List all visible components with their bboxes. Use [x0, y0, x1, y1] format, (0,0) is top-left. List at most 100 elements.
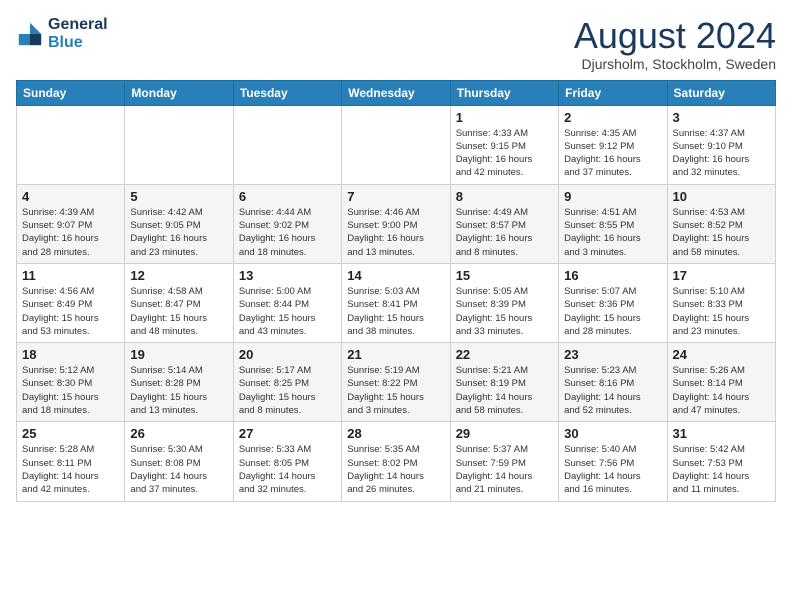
calendar-cell: 16 Sunrise: 5:07 AM Sunset: 8:36 PM Dayli…: [559, 263, 667, 342]
calendar-cell: [233, 105, 341, 184]
calendar-cell: 23 Sunrise: 5:23 AM Sunset: 8:16 PM Dayli…: [559, 343, 667, 422]
day-number: 26: [130, 426, 227, 441]
calendar-cell: 31 Sunrise: 5:42 AM Sunset: 7:53 PM Dayli…: [667, 422, 775, 501]
day-number: 7: [347, 189, 444, 204]
calendar-cell: 10Sunrise: 4:53 AM Sunset: 8:52 PM Dayli…: [667, 184, 775, 263]
calendar-cell: 1 Sunrise: 4:33 AM Sunset: 9:15 PM Daylig…: [450, 105, 558, 184]
calendar-cell: 12 Sunrise: 4:58 AM Sunset: 8:47 PM Dayli…: [125, 263, 233, 342]
calendar-cell: 20 Sunrise: 5:17 AM Sunset: 8:25 PM Dayli…: [233, 343, 341, 422]
day-content: Sunrise: 4:33 AM Sunset: 9:15 PM Dayligh…: [456, 127, 553, 180]
day-number: 27: [239, 426, 336, 441]
day-number: 16: [564, 268, 661, 283]
calendar-cell: 17Sunrise: 5:10 AM Sunset: 8:33 PM Dayli…: [667, 263, 775, 342]
calendar-cell: 4Sunrise: 4:39 AM Sunset: 9:07 PM Daylig…: [17, 184, 125, 263]
weekday-header-monday: Monday: [125, 80, 233, 105]
day-number: 19: [130, 347, 227, 362]
logo-text: General Blue: [48, 16, 108, 52]
location: Djursholm, Stockholm, Sweden: [574, 56, 776, 72]
day-content: Sunrise: 4:56 AM Sunset: 8:49 PM Dayligh…: [22, 285, 119, 338]
calendar-week-1: 1 Sunrise: 4:33 AM Sunset: 9:15 PM Daylig…: [17, 105, 776, 184]
day-content: Sunrise: 5:07 AM Sunset: 8:36 PM Dayligh…: [564, 285, 661, 338]
day-number: 29: [456, 426, 553, 441]
day-content: Sunrise: 5:05 AM Sunset: 8:39 PM Dayligh…: [456, 285, 553, 338]
day-content: Sunrise: 5:17 AM Sunset: 8:25 PM Dayligh…: [239, 364, 336, 417]
calendar-cell: 24 Sunrise: 5:26 AM Sunset: 8:14 PM Dayli…: [667, 343, 775, 422]
day-number: 12: [130, 268, 227, 283]
title-section: August 2024 Djursholm, Stockholm, Sweden: [574, 16, 776, 72]
day-number: 13: [239, 268, 336, 283]
calendar-cell: 7 Sunrise: 4:46 AM Sunset: 9:00 PM Daylig…: [342, 184, 450, 263]
calendar-cell: 26 Sunrise: 5:30 AM Sunset: 8:08 PM Dayli…: [125, 422, 233, 501]
calendar-cell: 30 Sunrise: 5:40 AM Sunset: 7:56 PM Dayli…: [559, 422, 667, 501]
day-content: Sunrise: 4:37 AM Sunset: 9:10 PM Dayligh…: [673, 127, 770, 180]
day-content: Sunrise: 5:40 AM Sunset: 7:56 PM Dayligh…: [564, 443, 661, 496]
day-number: 6: [239, 189, 336, 204]
day-number: 24: [673, 347, 770, 362]
day-content: Sunrise: 4:42 AM Sunset: 9:05 PM Dayligh…: [130, 206, 227, 259]
day-content: Sunrise: 4:46 AM Sunset: 9:00 PM Dayligh…: [347, 206, 444, 259]
day-content: Sunrise: 5:14 AM Sunset: 8:28 PM Dayligh…: [130, 364, 227, 417]
logo-icon: [16, 20, 44, 48]
calendar-table: SundayMondayTuesdayWednesdayThursdayFrid…: [16, 80, 776, 502]
day-content: Sunrise: 5:33 AM Sunset: 8:05 PM Dayligh…: [239, 443, 336, 496]
day-number: 4: [22, 189, 119, 204]
day-number: 23: [564, 347, 661, 362]
day-number: 1: [456, 110, 553, 125]
day-number: 5: [130, 189, 227, 204]
calendar-cell: 11 Sunrise: 4:56 AM Sunset: 8:49 PM Dayli…: [17, 263, 125, 342]
day-content: Sunrise: 5:21 AM Sunset: 8:19 PM Dayligh…: [456, 364, 553, 417]
day-content: Sunrise: 5:26 AM Sunset: 8:14 PM Dayligh…: [673, 364, 770, 417]
logo: General Blue: [16, 16, 108, 52]
calendar-cell: 28 Sunrise: 5:35 AM Sunset: 8:02 PM Dayli…: [342, 422, 450, 501]
day-content: Sunrise: 4:35 AM Sunset: 9:12 PM Dayligh…: [564, 127, 661, 180]
day-number: 3: [673, 110, 770, 125]
day-content: Sunrise: 4:44 AM Sunset: 9:02 PM Dayligh…: [239, 206, 336, 259]
month-title: August 2024: [574, 16, 776, 56]
calendar-week-4: 18Sunrise: 5:12 AM Sunset: 8:30 PM Dayli…: [17, 343, 776, 422]
calendar-week-5: 25Sunrise: 5:28 AM Sunset: 8:11 PM Dayli…: [17, 422, 776, 501]
day-content: Sunrise: 5:42 AM Sunset: 7:53 PM Dayligh…: [673, 443, 770, 496]
day-content: Sunrise: 5:19 AM Sunset: 8:22 PM Dayligh…: [347, 364, 444, 417]
calendar-cell: 6 Sunrise: 4:44 AM Sunset: 9:02 PM Daylig…: [233, 184, 341, 263]
day-content: Sunrise: 4:53 AM Sunset: 8:52 PM Dayligh…: [673, 206, 770, 259]
calendar-cell: 19 Sunrise: 5:14 AM Sunset: 8:28 PM Dayli…: [125, 343, 233, 422]
calendar-header-row: SundayMondayTuesdayWednesdayThursdayFrid…: [17, 80, 776, 105]
day-content: Sunrise: 5:28 AM Sunset: 8:11 PM Dayligh…: [22, 443, 119, 496]
day-number: 9: [564, 189, 661, 204]
day-number: 21: [347, 347, 444, 362]
calendar-cell: 14Sunrise: 5:03 AM Sunset: 8:41 PM Dayli…: [342, 263, 450, 342]
calendar-cell: 13 Sunrise: 5:00 AM Sunset: 8:44 PM Dayli…: [233, 263, 341, 342]
weekday-header-sunday: Sunday: [17, 80, 125, 105]
calendar-cell: [125, 105, 233, 184]
weekday-header-saturday: Saturday: [667, 80, 775, 105]
calendar-cell: 29 Sunrise: 5:37 AM Sunset: 7:59 PM Dayli…: [450, 422, 558, 501]
day-number: 15: [456, 268, 553, 283]
weekday-header-tuesday: Tuesday: [233, 80, 341, 105]
day-number: 31: [673, 426, 770, 441]
calendar-cell: 2Sunrise: 4:35 AM Sunset: 9:12 PM Daylig…: [559, 105, 667, 184]
calendar-cell: 9Sunrise: 4:51 AM Sunset: 8:55 PM Daylig…: [559, 184, 667, 263]
day-content: Sunrise: 5:37 AM Sunset: 7:59 PM Dayligh…: [456, 443, 553, 496]
calendar-week-3: 11 Sunrise: 4:56 AM Sunset: 8:49 PM Dayli…: [17, 263, 776, 342]
calendar-cell: [342, 105, 450, 184]
day-content: Sunrise: 5:23 AM Sunset: 8:16 PM Dayligh…: [564, 364, 661, 417]
page-header: General Blue August 2024 Djursholm, Stoc…: [16, 16, 776, 72]
day-content: Sunrise: 5:35 AM Sunset: 8:02 PM Dayligh…: [347, 443, 444, 496]
calendar-cell: 3 Sunrise: 4:37 AM Sunset: 9:10 PM Daylig…: [667, 105, 775, 184]
calendar-cell: 18Sunrise: 5:12 AM Sunset: 8:30 PM Dayli…: [17, 343, 125, 422]
day-content: Sunrise: 5:10 AM Sunset: 8:33 PM Dayligh…: [673, 285, 770, 338]
day-content: Sunrise: 5:03 AM Sunset: 8:41 PM Dayligh…: [347, 285, 444, 338]
day-number: 28: [347, 426, 444, 441]
calendar-cell: 27 Sunrise: 5:33 AM Sunset: 8:05 PM Dayli…: [233, 422, 341, 501]
day-content: Sunrise: 5:00 AM Sunset: 8:44 PM Dayligh…: [239, 285, 336, 338]
day-number: 30: [564, 426, 661, 441]
day-content: Sunrise: 5:30 AM Sunset: 8:08 PM Dayligh…: [130, 443, 227, 496]
calendar-cell: 25Sunrise: 5:28 AM Sunset: 8:11 PM Dayli…: [17, 422, 125, 501]
day-number: 8: [456, 189, 553, 204]
day-content: Sunrise: 4:49 AM Sunset: 8:57 PM Dayligh…: [456, 206, 553, 259]
day-number: 20: [239, 347, 336, 362]
calendar-cell: 22Sunrise: 5:21 AM Sunset: 8:19 PM Dayli…: [450, 343, 558, 422]
day-content: Sunrise: 4:58 AM Sunset: 8:47 PM Dayligh…: [130, 285, 227, 338]
weekday-header-friday: Friday: [559, 80, 667, 105]
day-number: 11: [22, 268, 119, 283]
